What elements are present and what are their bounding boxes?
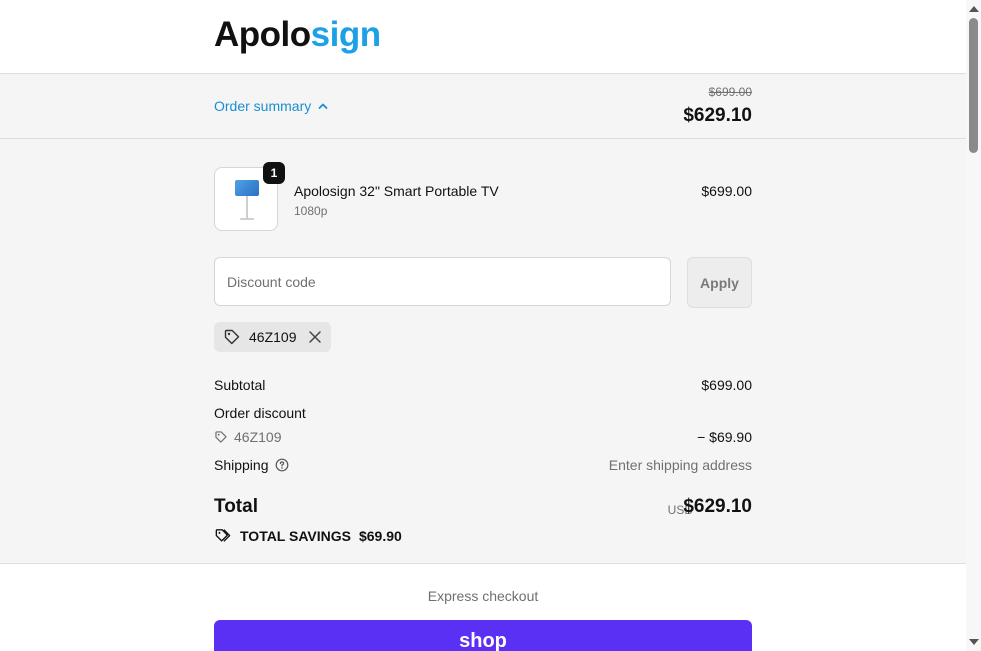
chevron-up-icon [318, 103, 328, 109]
vertical-scrollbar[interactable] [966, 0, 981, 651]
scroll-down-arrow-icon[interactable] [969, 639, 979, 645]
help-icon[interactable] [275, 458, 289, 472]
product-thumbnail: 1 [214, 162, 285, 231]
header: Apolosign [0, 0, 966, 74]
shipping-label: Shipping [214, 457, 269, 473]
tv-stand-image [246, 196, 248, 218]
close-icon[interactable] [308, 330, 322, 344]
total-savings: TOTAL SAVINGS $69.90 [214, 528, 402, 544]
tags-icon [215, 529, 231, 542]
brand-logo-part1: Apolo [214, 15, 311, 54]
tv-screen-image [235, 180, 259, 196]
total-label: Total [214, 496, 258, 517]
shipping-value: Enter shipping address [608, 457, 752, 473]
order-summary-toggle-label: Order summary [214, 98, 312, 114]
shipping-row-label: Shipping [214, 457, 289, 473]
total-savings-label: TOTAL SAVINGS [240, 528, 351, 544]
tag-icon [224, 329, 240, 345]
applied-discount-code: 46Z109 [249, 329, 297, 345]
subtotal-label: Subtotal [214, 377, 266, 393]
order-discount-code: 46Z109 [214, 429, 281, 445]
order-discount-label: Order discount [214, 405, 306, 421]
product-variant: 1080p [294, 204, 328, 218]
shop-pay-button[interactable]: shop [214, 620, 752, 651]
discounted-price: $629.10 [683, 105, 752, 126]
tag-icon [215, 431, 227, 443]
order-summary-toggle[interactable]: Order summary [214, 98, 329, 114]
scroll-up-arrow-icon[interactable] [969, 6, 979, 12]
shop-pay-label: shop [459, 630, 507, 651]
product-title: Apolosign 32" Smart Portable TV [294, 183, 499, 199]
total-savings-value: $69.90 [358, 528, 402, 544]
discount-code-input[interactable] [214, 257, 671, 306]
checkout-page: Apolosign Order summary $699.00 $629.10 … [0, 0, 966, 651]
total-value: $629.10 [683, 496, 752, 517]
tv-base-image [240, 218, 254, 220]
applied-discount-chip: 46Z109 [214, 322, 332, 352]
order-discount-code-text: 46Z109 [234, 429, 282, 445]
quantity-badge: 1 [263, 162, 285, 184]
original-price: $699.00 [708, 85, 752, 99]
brand-logo[interactable]: Apolosign [214, 14, 381, 56]
express-checkout-title: Express checkout [427, 588, 539, 604]
scrollbar-thumb[interactable] [969, 18, 978, 153]
subtotal-value: $699.00 [701, 377, 752, 393]
order-summary-body: 1 Apolosign 32" Smart Portable TV 1080p … [0, 139, 966, 564]
brand-logo-part2: sign [310, 15, 381, 54]
apply-discount-button[interactable]: Apply [687, 257, 752, 308]
order-discount-value: − $69.90 [697, 429, 752, 445]
product-price: $699.00 [701, 183, 752, 199]
order-summary-bar: Order summary $699.00 $629.10 [0, 74, 966, 139]
